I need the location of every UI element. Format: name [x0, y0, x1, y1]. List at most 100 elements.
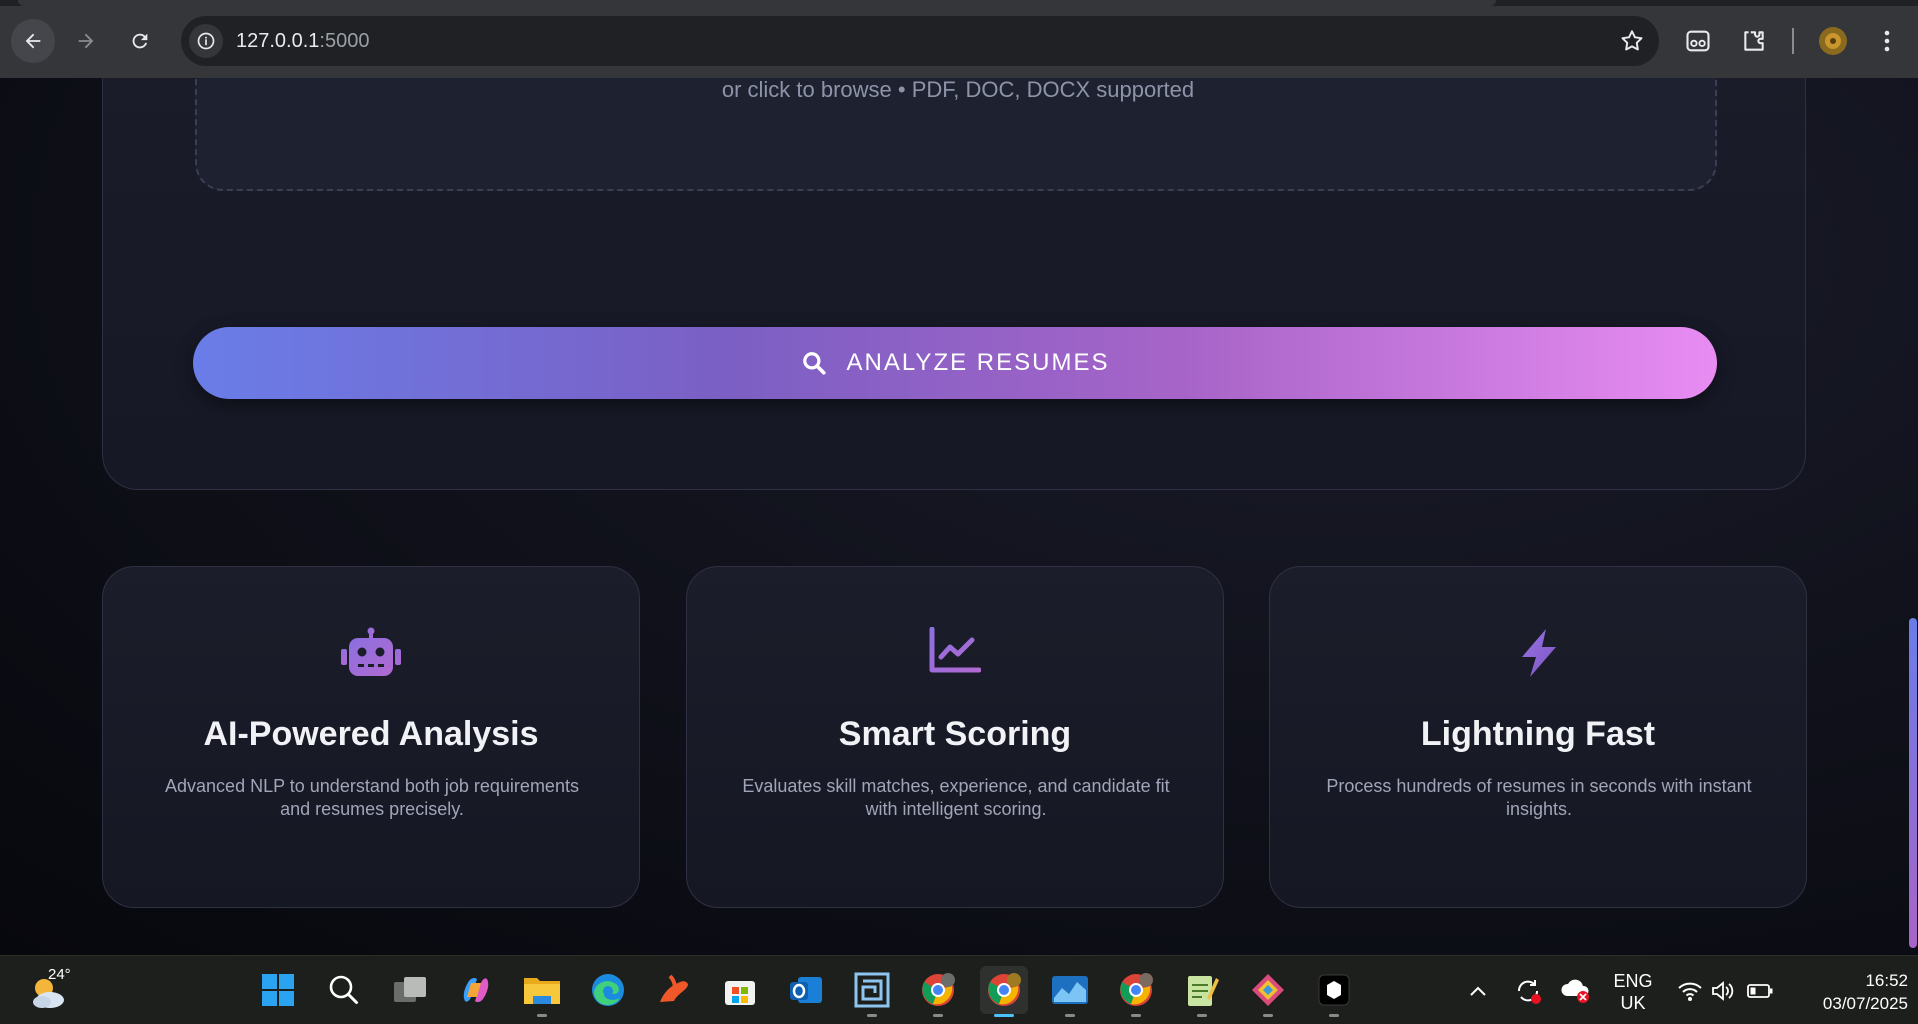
back-button[interactable]	[11, 19, 55, 63]
running-indicator	[537, 1014, 547, 1017]
chrome-icon	[922, 973, 955, 1006]
charts-app-button[interactable]	[1046, 966, 1094, 1017]
active-indicator	[994, 1014, 1014, 1017]
feature-icon-wrap	[687, 627, 1223, 683]
url-text: 127.0.0.1:5000	[236, 30, 369, 53]
running-indicator	[1263, 1014, 1273, 1017]
bookmark-button[interactable]	[1619, 28, 1645, 59]
extensions-icon	[1744, 31, 1764, 51]
system-clock[interactable]: 16:52 03/07/2025	[1786, 969, 1908, 1015]
outlook-icon	[790, 977, 822, 1003]
terminal-button[interactable]	[1310, 966, 1358, 1017]
analyze-resumes-button[interactable]: ANALYZE RESUMES	[193, 327, 1717, 399]
sync-status-button[interactable]	[1510, 956, 1546, 1024]
reload-button[interactable]	[118, 19, 162, 63]
profile-avatar[interactable]	[1814, 22, 1852, 60]
taskbar-app-button[interactable]	[1244, 966, 1292, 1017]
clock-date: 03/07/2025	[1822, 994, 1908, 1013]
url-port: :5000	[319, 30, 370, 52]
running-indicator	[1065, 1014, 1075, 1017]
feature-card-smart-scoring: Smart Scoring Evaluates skill matches, e…	[686, 566, 1224, 908]
microsoft-store-icon	[725, 981, 755, 1005]
running-indicator	[867, 1014, 877, 1017]
language-code: ENG	[1613, 971, 1653, 991]
resume-drop-zone[interactable]: or click to browse • PDF, DOC, DOCX supp…	[195, 78, 1717, 191]
taskbar-search-button[interactable]	[320, 966, 368, 1014]
windows-taskbar: 24° ENG UK 16:52 03/07/2025	[0, 955, 1918, 1024]
drop-zone-hint: or click to browse • PDF, DOC, DOCX supp…	[721, 78, 1195, 102]
upload-card: or click to browse • PDF, DOC, DOCX supp…	[102, 78, 1806, 490]
app-icon	[660, 974, 688, 1002]
onedrive-status-button[interactable]	[1558, 956, 1594, 1024]
weather-temperature: 24°	[48, 966, 71, 983]
running-indicator	[1197, 1014, 1207, 1017]
chrome-profile-1-button[interactable]	[914, 966, 962, 1017]
sync-icon	[1517, 979, 1541, 1004]
microsoft-store-button[interactable]	[716, 966, 764, 1014]
input-language-indicator[interactable]: ENG UK	[1604, 970, 1662, 1014]
file-explorer-button[interactable]	[518, 966, 566, 1017]
browser-menu-button[interactable]	[1868, 22, 1906, 60]
browser-toolbar: 127.0.0.1:5000	[0, 0, 1918, 78]
maze-app-button[interactable]	[848, 966, 896, 1017]
clock-time: 16:52	[1865, 971, 1908, 990]
feature-description: Evaluates skill matches, experience, and…	[742, 776, 1170, 819]
chevron-up-icon	[1470, 986, 1486, 996]
keyboard-layout: UK	[1620, 993, 1646, 1013]
weather-widget[interactable]: 24°	[28, 966, 74, 1014]
task-view-icon	[394, 977, 426, 1002]
analyze-button-label: ANALYZE RESUMES	[846, 349, 1110, 376]
start-button[interactable]	[254, 966, 302, 1014]
active-tab-edge	[18, 0, 1496, 6]
outlook-button[interactable]	[782, 966, 830, 1014]
start-icon	[262, 974, 294, 1006]
forward-button[interactable]	[64, 19, 108, 63]
feature-card-ai-analysis: AI-Powered Analysis Advanced NLP to unde…	[102, 566, 640, 908]
feature-title: AI-Powered Analysis	[203, 715, 539, 753]
volume-button[interactable]	[1706, 956, 1740, 1024]
lightning-icon	[1522, 629, 1556, 677]
maze-app-icon	[854, 972, 890, 1008]
bookmark-star-icon	[1621, 30, 1643, 51]
site-info-button[interactable]	[189, 24, 223, 58]
task-view-button[interactable]	[386, 966, 434, 1014]
cloud-error-icon	[1561, 979, 1589, 1003]
edge-button[interactable]	[584, 966, 632, 1014]
line-chart-icon	[929, 627, 981, 673]
reading-mode-icon	[1686, 30, 1710, 52]
chrome-icon	[988, 973, 1021, 1006]
robot-icon	[341, 627, 401, 676]
charts-app-icon	[1052, 976, 1088, 1004]
running-indicator	[933, 1014, 943, 1017]
edge-icon	[592, 974, 624, 1006]
notepad-button[interactable]	[1178, 966, 1226, 1017]
feature-title: Lightning Fast	[1420, 715, 1656, 753]
scrollbar-thumb[interactable]	[1909, 618, 1917, 948]
address-bar[interactable]: 127.0.0.1:5000	[181, 16, 1659, 66]
search-icon	[802, 352, 826, 375]
feature-icon-wrap	[103, 627, 639, 683]
show-hidden-icons-button[interactable]	[1462, 956, 1494, 1024]
search-icon	[329, 975, 358, 1004]
battery-icon	[1747, 983, 1773, 998]
network-button[interactable]	[1672, 956, 1708, 1024]
chrome-profile-3-button[interactable]	[1112, 966, 1160, 1017]
page-scrollbar[interactable]	[1908, 78, 1918, 955]
site-info-icon	[197, 32, 215, 50]
running-indicator	[1131, 1014, 1141, 1017]
taskbar-app-button[interactable]	[650, 966, 698, 1014]
forward-icon	[78, 33, 94, 49]
feature-description: Process hundreds of resumes in seconds w…	[1326, 776, 1752, 819]
battery-button[interactable]	[1742, 956, 1778, 1024]
wifi-icon	[1678, 982, 1702, 1001]
reading-mode-button[interactable]	[1679, 22, 1717, 60]
page-viewport: or click to browse • PDF, DOC, DOCX supp…	[0, 78, 1918, 955]
copilot-button[interactable]	[452, 966, 500, 1014]
profile-avatar-icon	[1819, 27, 1847, 55]
file-explorer-icon	[524, 978, 560, 1004]
extensions-button[interactable]	[1735, 22, 1773, 60]
notepad-icon	[1188, 976, 1219, 1006]
terminal-icon	[1318, 974, 1350, 1006]
back-icon	[25, 33, 41, 49]
chrome-profile-2-button[interactable]	[980, 966, 1028, 1017]
